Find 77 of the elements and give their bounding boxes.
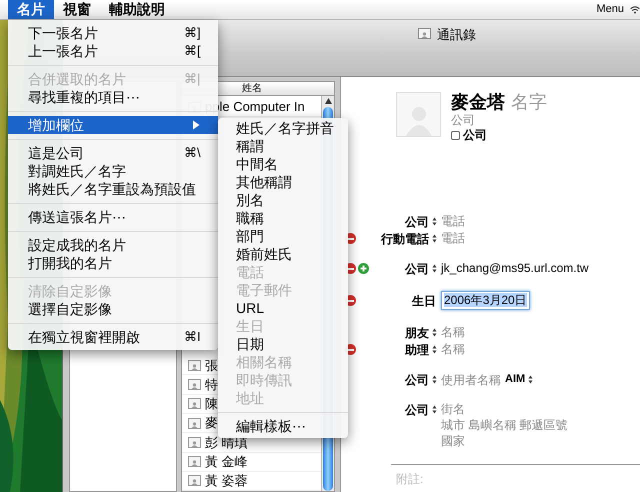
field-label[interactable]: 行動電話 bbox=[381, 230, 429, 248]
menu-item[interactable]: 日期 bbox=[218, 335, 348, 353]
name-list-item[interactable]: 張 bbox=[205, 356, 218, 374]
popup-arrows-icon[interactable] bbox=[432, 234, 437, 243]
name-list-item[interactable]: 陳 bbox=[205, 394, 218, 413]
menu-extra-label[interactable]: Menu bbox=[596, 1, 624, 18]
menu-item[interactable]: 編輯樣板⋯ bbox=[218, 417, 348, 435]
field-label[interactable]: 公司 bbox=[405, 212, 429, 230]
menu-item[interactable]: 設定成我的名片 bbox=[8, 236, 218, 254]
menu-item[interactable]: 別名 bbox=[218, 191, 348, 209]
menu-bar-item[interactable]: 視窗 bbox=[54, 0, 100, 19]
menu-item[interactable]: 上一張名片 ⌘[ bbox=[8, 42, 218, 60]
field-placeholder[interactable]: 電話 bbox=[441, 213, 465, 230]
menu-item[interactable]: 下一張名片 ⌘] bbox=[8, 24, 218, 42]
popup-arrows-icon[interactable] bbox=[432, 405, 437, 414]
field-placeholder[interactable]: 名稱 bbox=[441, 341, 465, 358]
menu-item[interactable]: 中間名 bbox=[218, 155, 348, 173]
card-icon bbox=[188, 436, 201, 448]
menu-item[interactable]: 對調姓氏／名字 bbox=[8, 162, 218, 180]
checkbox-label: 公司 bbox=[463, 128, 487, 143]
name-list-item[interactable]: 黃 姿蓉 bbox=[205, 472, 248, 490]
menu-item[interactable]: 選擇自定影像 bbox=[8, 300, 218, 318]
menu-item[interactable]: 婚前姓氏 bbox=[218, 245, 348, 263]
menu-item[interactable]: 在獨立視窗裡開啟 ⌘I bbox=[8, 328, 218, 346]
name-list-item[interactable]: 特 bbox=[205, 375, 218, 394]
popup-arrows-icon[interactable] bbox=[432, 328, 437, 337]
service-label[interactable]: AIM bbox=[505, 371, 526, 388]
menu-item[interactable]: URL bbox=[218, 299, 348, 317]
menu-item[interactable]: 姓氏／名字拼音 bbox=[218, 119, 348, 137]
field-placeholder[interactable]: 城市 島嶼名稱 郵遞區號 bbox=[441, 417, 568, 433]
name-list-item[interactable]: 黃 金峰 bbox=[205, 452, 248, 471]
field-label[interactable]: 朋友 bbox=[405, 324, 429, 342]
menu-item[interactable]: 部門 bbox=[218, 227, 348, 245]
field-placeholder[interactable]: 名稱 bbox=[441, 324, 465, 341]
name-list-item[interactable]: 麥 bbox=[205, 414, 218, 432]
popup-arrows-icon[interactable] bbox=[432, 375, 437, 384]
menu-item[interactable]: 這是公司 ⌘\ bbox=[8, 144, 218, 162]
scroll-up-arrow-icon[interactable] bbox=[322, 96, 334, 106]
field-placeholder[interactable]: 使用者名稱 bbox=[441, 370, 501, 388]
window-title: 通訊錄 bbox=[437, 26, 476, 44]
popup-arrows-icon[interactable] bbox=[432, 264, 437, 273]
checkbox[interactable] bbox=[451, 131, 460, 140]
card-icon bbox=[188, 418, 201, 429]
person-silhouette-icon bbox=[396, 92, 441, 137]
popup-arrows-icon[interactable] bbox=[528, 375, 534, 384]
menu-item[interactable]: 其他稱謂 bbox=[218, 173, 348, 191]
card-icon bbox=[188, 456, 201, 468]
field-value[interactable]: jk_chang@ms95.url.com.tw bbox=[441, 260, 589, 277]
submenu-arrow-icon bbox=[192, 120, 200, 130]
card-icon bbox=[188, 398, 201, 410]
field-label[interactable]: 公司 bbox=[405, 400, 429, 418]
date-input-field[interactable]: 2006年3月20日 bbox=[441, 291, 530, 310]
menu-item[interactable]: 打開我的名片 bbox=[8, 254, 218, 272]
field-label: 生日 bbox=[412, 292, 436, 310]
card-icon bbox=[188, 379, 201, 390]
menu-bar-item[interactable]: 名片 bbox=[8, 0, 54, 19]
field-label[interactable]: 公司 bbox=[405, 370, 429, 388]
menu-item[interactable]: 傳送這張名片⋯ bbox=[8, 208, 218, 226]
field-label[interactable]: 助理 bbox=[405, 340, 429, 358]
card-icon bbox=[188, 360, 201, 371]
card-icon bbox=[418, 28, 431, 39]
menu-bar-item[interactable]: 輔助說明 bbox=[100, 0, 174, 19]
company-placeholder[interactable]: 公司 bbox=[451, 113, 547, 128]
popup-arrows-icon[interactable] bbox=[432, 217, 437, 226]
card-icon bbox=[188, 475, 201, 486]
menu-item[interactable]: 將姓氏／名字重設為預設值 bbox=[8, 180, 218, 198]
contact-name: 麥金塔 bbox=[451, 92, 505, 112]
menu-item[interactable]: 稱謂 bbox=[218, 137, 348, 155]
field-placeholder[interactable]: 街名 bbox=[441, 401, 568, 417]
name-list-item[interactable]: 彭 晴瑱 bbox=[205, 433, 248, 452]
add-field-button[interactable] bbox=[358, 263, 369, 274]
field-placeholder[interactable]: 國家 bbox=[441, 433, 568, 449]
menu-item[interactable]: 職稱 bbox=[218, 209, 348, 227]
field-placeholder[interactable]: 電話 bbox=[441, 230, 465, 247]
popup-arrows-icon[interactable] bbox=[432, 345, 437, 354]
field-label[interactable]: 公司 bbox=[405, 260, 429, 278]
menu-item[interactable]: 增加欄位 bbox=[8, 116, 218, 134]
